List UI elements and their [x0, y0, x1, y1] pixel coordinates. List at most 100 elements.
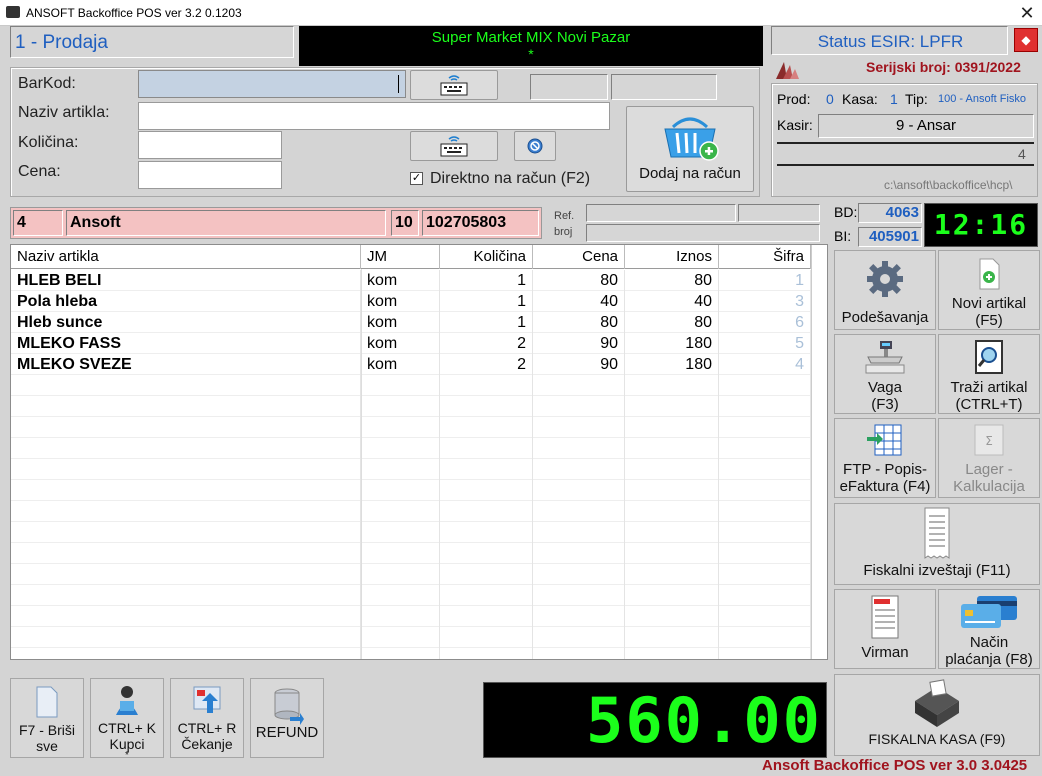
cell-jm [361, 501, 440, 522]
prod-label: Prod: [777, 91, 811, 107]
virman-button[interactable]: Virman [834, 589, 936, 669]
keyboard-icon [440, 75, 468, 96]
barkod-input[interactable] [138, 70, 406, 98]
table-row[interactable] [11, 543, 811, 564]
cell-jm: kom [361, 291, 440, 312]
trazi-artikal-button[interactable]: Traži artikal (CTRL+T) [938, 334, 1040, 414]
cell-kolicina: 2 [440, 354, 533, 375]
table-row[interactable]: MLEKO FASS kom 2 90 180 5 [11, 333, 811, 354]
keyboard-icon [440, 136, 468, 157]
close-icon[interactable]: ✕ [1016, 2, 1038, 24]
table-row[interactable] [11, 480, 811, 501]
col-header-jm[interactable]: JM [361, 245, 440, 269]
cell-cena: 80 [533, 270, 625, 291]
direct-label[interactable]: Direktno na račun (F2) [430, 170, 590, 188]
exit-button[interactable]: ◆ [1014, 28, 1038, 52]
clock-display: 12:16 [924, 203, 1038, 247]
table-row[interactable]: MLEKO SVEZE kom 2 90 180 4 [11, 354, 811, 375]
table-row[interactable] [11, 585, 811, 606]
cell-iznos: 80 [625, 312, 719, 333]
cell-jm: kom [361, 312, 440, 333]
vaga-button[interactable]: Vaga (F3) [834, 334, 936, 414]
cell-jm: kom [361, 354, 440, 375]
col-header-sifra[interactable]: Šifra [719, 245, 811, 269]
ctrl-k-kupci-button[interactable]: CTRL+ K Kupci * [90, 678, 164, 761]
ctrl-r-cekanje-button[interactable]: CTRL+ R Čekanje [170, 678, 244, 758]
ctrlr-label-2: Čekanje [181, 736, 233, 752]
ref-broj-field[interactable] [586, 224, 820, 242]
cell-sifra: 6 [719, 312, 811, 333]
customer-pib[interactable]: 102705803 [422, 210, 539, 236]
keyboard-button-kolicina[interactable] [410, 131, 498, 161]
bd-display: 4063 [858, 203, 922, 223]
table-row[interactable] [11, 606, 811, 627]
fiskalni-izvestaji-button[interactable]: Fiskalni izveštaji (F11) [834, 503, 1040, 585]
cell-jm [361, 396, 440, 417]
svg-text:Σ: Σ [985, 434, 993, 448]
add-to-receipt-button[interactable]: Dodaj na račun [626, 106, 754, 192]
refund-button[interactable]: REFUND [250, 678, 324, 758]
table-row[interactable]: Pola hleba kom 1 40 40 3 [11, 291, 811, 312]
cell-kolicina [440, 627, 533, 648]
ftp-popis-button[interactable]: FTP - Popis- eFaktura (F4) [834, 418, 936, 498]
search-icon [975, 340, 1003, 374]
customer-name[interactable]: Ansoft [66, 210, 386, 236]
customer-code[interactable]: 4 [13, 210, 63, 236]
novi-artikal-label-1: Novi artikal [951, 295, 1027, 312]
kolicina-input[interactable] [138, 131, 282, 159]
cell-naziv: Hleb sunce [11, 312, 361, 333]
col-header-kolicina[interactable]: Količina [440, 245, 533, 269]
cell-cena [533, 480, 625, 501]
cell-kolicina [440, 585, 533, 606]
col-header-iznos[interactable]: Iznos [625, 245, 719, 269]
ref-field-1[interactable] [586, 204, 736, 222]
direct-checkbox[interactable]: ✓ [410, 172, 423, 185]
table-row[interactable]: HLEB BELI kom 1 80 80 1 [11, 270, 811, 291]
lager-kalkulacija-button[interactable]: Σ Lager - Kalkulacija [938, 418, 1040, 498]
bd-label: BD: [834, 204, 858, 220]
table-row[interactable] [11, 648, 811, 659]
cell-cena [533, 522, 625, 543]
col-header-naziv[interactable]: Naziv artikla [11, 245, 361, 269]
cell-kolicina [440, 522, 533, 543]
naziv-input[interactable] [138, 102, 610, 130]
cell-naziv: Pola hleba [11, 291, 361, 312]
table-row[interactable] [11, 438, 811, 459]
clear-button[interactable] [514, 131, 556, 161]
f7-brisi-sve-button[interactable]: F7 - Briši sve [10, 678, 84, 758]
nacin-placanja-button[interactable]: Način plaćanja (F8) [938, 589, 1040, 669]
ftp-label-1: FTP - Popis- [843, 461, 927, 478]
table-row[interactable] [11, 564, 811, 585]
fiskalna-kasa-label: FISKALNA KASA (F9) [868, 731, 1006, 747]
table-row[interactable] [11, 627, 811, 648]
table-row[interactable] [11, 459, 811, 480]
novi-artikal-button[interactable]: Novi artikal (F5) [938, 250, 1040, 330]
cena-input[interactable] [138, 161, 282, 189]
credit-card-icon [961, 596, 1017, 628]
ref-field-2[interactable] [738, 204, 820, 222]
cell-kolicina [440, 438, 533, 459]
cell-iznos [625, 375, 719, 396]
cell-jm [361, 627, 440, 648]
cell-cena [533, 606, 625, 627]
keyboard-button-barkod[interactable] [410, 70, 498, 100]
printer-icon [915, 679, 959, 727]
table-row[interactable] [11, 522, 811, 543]
cell-cena [533, 459, 625, 480]
table-row[interactable] [11, 396, 811, 417]
kasir-display: 9 - Ansar [818, 114, 1034, 138]
table-row[interactable] [11, 417, 811, 438]
fiskalna-kasa-button[interactable]: FISKALNA KASA (F9) [834, 674, 1040, 756]
items-table[interactable]: Naziv artikla JM Količina Cena Iznos Šif… [10, 244, 828, 660]
table-row[interactable]: Hleb sunce kom 1 80 80 6 [11, 312, 811, 333]
customer-num[interactable]: 10 [391, 210, 419, 236]
table-row[interactable] [11, 501, 811, 522]
col-header-cena[interactable]: Cena [533, 245, 625, 269]
cell-naziv [11, 438, 361, 459]
vaga-label-1: Vaga [868, 379, 902, 396]
cell-naziv: HLEB BELI [11, 270, 361, 291]
cell-naziv [11, 501, 361, 522]
table-row[interactable] [11, 375, 811, 396]
cell-naziv [11, 417, 361, 438]
podesavanja-button[interactable]: Podešavanja [834, 250, 936, 330]
